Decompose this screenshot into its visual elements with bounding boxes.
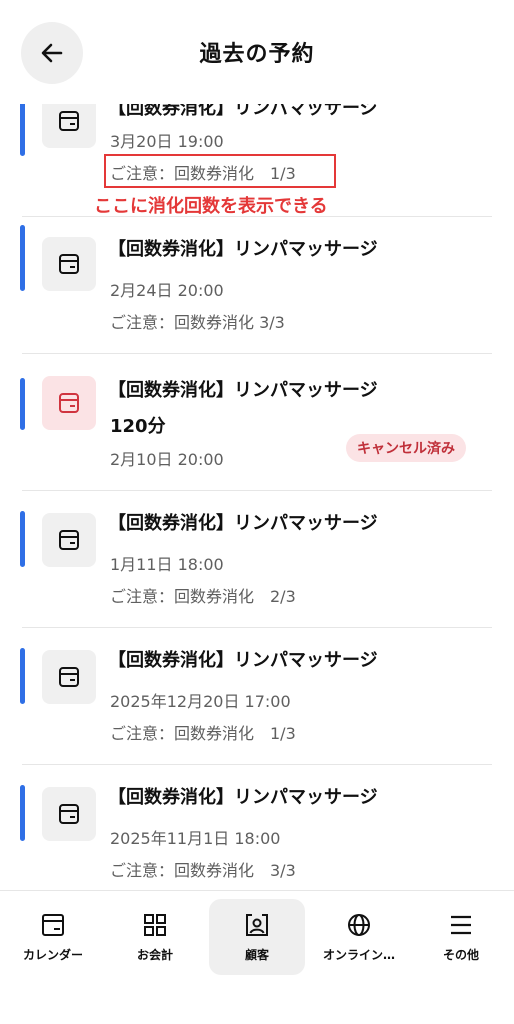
- reservation-item[interactable]: 【回数券消化】リンパマッサージ 3月20日 19:00 ご注意：回数券消化 1/…: [0, 104, 514, 217]
- reservation-title: 【回数券消化】リンパマッサージ: [108, 380, 378, 401]
- reservation-title: 【回数券消化】リンパマッサージ: [108, 787, 378, 808]
- accent-bar: [20, 225, 25, 291]
- nav-label: オンライン…: [322, 947, 395, 962]
- reservation-title: 【回数券消化】リンパマッサージ: [108, 104, 378, 119]
- reservation-list[interactable]: 【回数券消化】リンパマッサージ 3月20日 19:00 ご注意：回数券消化 1/…: [0, 104, 514, 890]
- reservation-date: 2025年11月1日 18:00: [110, 829, 281, 848]
- reservation-duration: 120分: [110, 416, 166, 437]
- calendar-icon: [42, 376, 96, 430]
- calendar-icon: [42, 787, 96, 841]
- reservation-date: 1月11日 18:00: [110, 555, 224, 574]
- calendar-icon: [42, 650, 96, 704]
- nav-more[interactable]: その他: [413, 899, 509, 975]
- reservation-title: 【回数券消化】リンパマッサージ: [108, 239, 378, 260]
- globe-icon: [348, 913, 370, 936]
- reservation-title: 【回数券消化】リンパマッサージ: [108, 650, 378, 671]
- nav-label: その他: [442, 947, 479, 962]
- reservation-date: 2月24日 20:00: [110, 281, 224, 300]
- reservation-item[interactable]: 【回数券消化】リンパマッサージ 2月24日 20:00 ご注意：回数券消化 3/…: [0, 217, 514, 354]
- reservation-note: ご注意：回数券消化 3/3: [110, 861, 296, 880]
- calendar-icon: [42, 104, 96, 148]
- accent-bar: [20, 648, 25, 704]
- accent-bar: [20, 378, 25, 430]
- nav-checkout[interactable]: お会計: [107, 899, 203, 975]
- nav-online[interactable]: オンライン…: [311, 899, 407, 975]
- nav-label: カレンダー: [22, 947, 83, 962]
- status-badge: キャンセル済み: [346, 434, 466, 462]
- calendar-icon: [42, 513, 96, 567]
- reservation-note: ご注意：回数券消化 3/3: [110, 313, 285, 332]
- reservation-note: ご注意：回数券消化 2/3: [110, 587, 296, 606]
- accent-bar: [20, 511, 25, 567]
- reservation-item[interactable]: 【回数券消化】リンパマッサージ 120分 キャンセル済み 2月10日 20:00: [0, 354, 514, 491]
- reservation-date: 3月20日 19:00: [110, 132, 224, 151]
- reservation-note: ご注意：回数券消化 1/3: [110, 724, 296, 743]
- reservation-item[interactable]: 【回数券消化】リンパマッサージ 1月11日 18:00 ご注意：回数券消化 2/…: [0, 491, 514, 628]
- reservation-item[interactable]: 【回数券消化】リンパマッサージ 2025年12月20日 17:00 ご注意：回数…: [0, 628, 514, 765]
- reservation-date: 2025年12月20日 17:00: [110, 692, 291, 711]
- nav-label: 顧客: [244, 947, 269, 962]
- reservation-title: 【回数券消化】リンパマッサージ: [108, 513, 378, 534]
- accent-bar: [20, 104, 25, 156]
- page-title: 過去の予約: [199, 42, 315, 67]
- grid-icon: [144, 913, 166, 936]
- nav-label: お会計: [136, 947, 173, 962]
- annotation-text: ここに消化回数を表示できる: [94, 196, 328, 217]
- bottom-nav: カレンダー お会計 顧客 オンライン… その他: [0, 890, 514, 1024]
- nav-customers[interactable]: 顧客: [209, 899, 305, 975]
- accent-bar: [20, 785, 25, 841]
- menu-icon: [451, 915, 471, 934]
- header: 過去の予約: [0, 0, 514, 104]
- reservation-date: 2月10日 20:00: [110, 450, 224, 469]
- calendar-icon: [42, 913, 64, 936]
- customer-card-icon: [246, 913, 268, 936]
- annotation-box: [104, 154, 336, 188]
- calendar-icon: [42, 237, 96, 291]
- nav-calendar[interactable]: カレンダー: [5, 899, 101, 975]
- reservation-item[interactable]: 【回数券消化】リンパマッサージ 2025年11月1日 18:00 ご注意：回数券…: [0, 765, 514, 890]
